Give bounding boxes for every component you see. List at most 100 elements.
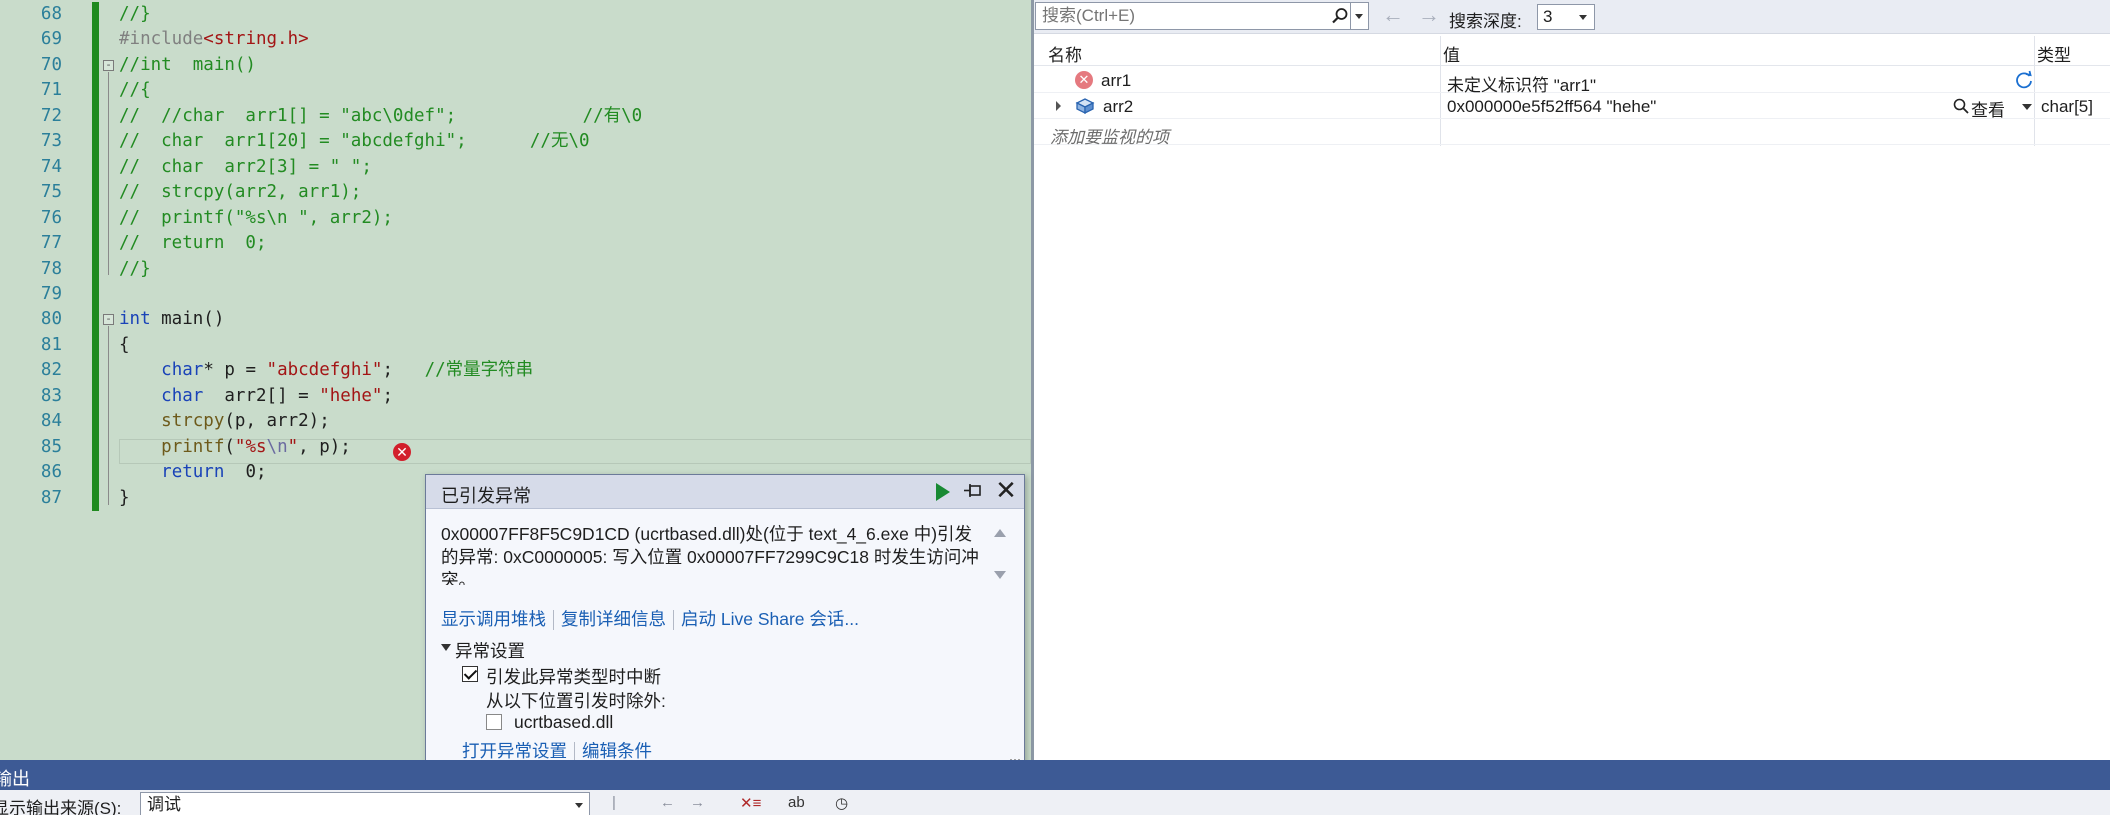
change-indicator	[92, 52, 99, 79]
clear-all-icon[interactable]: ✕≡	[740, 794, 761, 814]
code-text[interactable]: strcpy(p, arr2);	[119, 409, 330, 435]
code-line[interactable]: 69 #include<string.h>	[0, 27, 1031, 53]
code-line[interactable]: 79	[0, 281, 1031, 308]
code-text[interactable]: return 0;	[119, 460, 267, 486]
code-line[interactable]: 84 strcpy(p, arr2);	[0, 409, 1031, 435]
next-message-icon[interactable]: →	[690, 794, 705, 814]
code-line[interactable]: 68 //}	[0, 2, 1031, 28]
divider	[553, 610, 554, 631]
code-line[interactable]: 78 //}	[0, 256, 1031, 283]
change-indicator	[92, 256, 99, 282]
code-token: 0;	[224, 462, 267, 483]
code-text[interactable]: //}	[119, 2, 151, 28]
fold-guide	[108, 326, 109, 505]
search-previous-arrow-icon[interactable]: ←	[1380, 3, 1406, 29]
scroll-down-arrow-icon[interactable]	[994, 571, 1006, 579]
column-header-type[interactable]: 类型	[2037, 41, 2071, 66]
code-line[interactable]: 71 //{	[0, 78, 1031, 104]
watch-add-item-row[interactable]: 添加要监视的项	[1034, 119, 2110, 148]
code-text[interactable]: //{	[119, 78, 151, 104]
expand-arrow-icon[interactable]	[1056, 101, 1061, 111]
output-source-select[interactable]: 调试	[140, 792, 590, 815]
search-next-arrow-icon[interactable]: →	[1416, 3, 1442, 29]
ucrtbased-dll-checkbox[interactable]	[486, 714, 502, 730]
watch-name[interactable]: arr1	[1101, 71, 1131, 91]
code-line[interactable]: 73 // char arr1[20] = "abcdefghi"; //无\0	[0, 129, 1031, 155]
code-text[interactable]: // char arr1[20] = "abcdefghi"; //无\0	[119, 129, 590, 155]
code-token: * p =	[203, 360, 267, 381]
code-token: //{	[119, 80, 151, 101]
watch-name[interactable]: arr2	[1103, 97, 1133, 117]
code-text[interactable]: // strcpy(arr2, arr1);	[119, 180, 361, 206]
code-token: //}	[119, 4, 151, 24]
pin-icon[interactable]	[963, 481, 983, 501]
magnifier-icon	[1953, 98, 1969, 114]
find-message-icon[interactable]: |	[612, 794, 616, 814]
code-line[interactable]: 81 {	[0, 332, 1031, 359]
watch-row-arr1[interactable]: ✕ arr1 未定义标识符 "arr1"	[1034, 67, 2110, 95]
code-token: char	[161, 360, 204, 381]
code-token: \n	[266, 436, 288, 457]
code-text[interactable]: }	[119, 486, 130, 512]
view-button-label: 查看	[1971, 101, 2005, 120]
break-on-exception-checkbox[interactable]	[462, 666, 478, 682]
code-line[interactable]: 70 -//int main()	[0, 52, 1031, 79]
search-depth-select[interactable]: 3	[1537, 4, 1595, 30]
line-number: 84	[40, 411, 62, 432]
add-watch-placeholder[interactable]: 添加要监视的项	[1050, 123, 1169, 148]
code-text[interactable]: #include<string.h>	[119, 27, 309, 53]
watch-value[interactable]: 0x000000e5f52ff564 "hehe"	[1447, 97, 1656, 117]
code-line[interactable]: 80 - int main()	[0, 307, 1031, 333]
open-exception-settings-link[interactable]: 打开异常设置	[462, 741, 567, 761]
code-text[interactable]: // char arr2[3] = " ";	[119, 155, 372, 181]
code-line[interactable]: 72 // //char arr1[] = "abc\0def"; //有\0	[0, 103, 1031, 130]
code-token: return	[161, 462, 225, 483]
collapse-toggle-icon[interactable]: -	[103, 313, 114, 326]
exception-actions: 显示调用堆栈 复制详细信息 启动 Live Share 会话...	[441, 606, 859, 631]
start-live-share-link[interactable]: 启动 Live Share 会话...	[681, 609, 859, 629]
previous-message-icon[interactable]: ←	[660, 794, 675, 814]
watch-search-input[interactable]	[1042, 6, 1310, 26]
code-text[interactable]: // printf("%s\n ", arr2);	[119, 206, 393, 232]
code-text[interactable]: int main()	[119, 307, 224, 333]
close-icon[interactable]: ✕	[994, 477, 1018, 503]
continue-play-icon[interactable]	[936, 483, 950, 501]
code-text[interactable]: // return 0;	[119, 231, 267, 257]
code-line[interactable]: 76 // printf("%s\n ", arr2);	[0, 205, 1031, 232]
code-text[interactable]: char arr2[] = "hehe";	[119, 384, 393, 410]
refresh-icon[interactable]	[2014, 70, 2034, 90]
word-wrap-icon[interactable]: ab	[788, 794, 805, 814]
code-text[interactable]: //int main()	[119, 53, 256, 79]
watch-search-box[interactable]	[1035, 2, 1351, 30]
code-text[interactable]: // //char arr1[] = "abc\0def"; //有\0	[119, 104, 642, 130]
clock-icon[interactable]: ◷	[835, 794, 848, 814]
code-line[interactable]: 75 // strcpy(arr2, arr1);	[0, 180, 1031, 206]
code-line[interactable]: 83 char arr2[] = "hehe";	[0, 383, 1031, 410]
code-line[interactable]: 74 // char arr2[3] = " ";	[0, 154, 1031, 181]
collapse-arrow-icon[interactable]	[441, 644, 451, 651]
collapse-toggle-icon[interactable]: -	[103, 59, 114, 71]
code-line[interactable]: 77 // return 0;	[0, 231, 1031, 257]
change-indicator	[92, 281, 99, 308]
code-text[interactable]: char* p = "abcdefghi"; //常量字符串	[119, 358, 533, 384]
column-header-value[interactable]: 值	[1443, 41, 1460, 66]
output-source-label: 显示输出来源(S):	[0, 799, 122, 815]
code-line[interactable]: 82 char* p = "abcdefghi"; //常量字符串	[0, 358, 1031, 384]
code-text[interactable]: {	[119, 333, 130, 359]
code-line[interactable]: 85 printf("%s\n", p);	[0, 434, 1031, 461]
code-text[interactable]: printf("%s\n", p);	[119, 435, 351, 461]
scroll-up-arrow-icon[interactable]	[994, 529, 1006, 537]
break-on-exception-label[interactable]: 引发此异常类型时中断	[486, 664, 661, 689]
search-icon[interactable]	[1331, 7, 1349, 25]
code-text[interactable]: //}	[119, 257, 151, 283]
column-header-name[interactable]: 名称	[1048, 41, 1082, 66]
copy-details-link[interactable]: 复制详细信息	[561, 609, 666, 629]
show-call-stack-link[interactable]: 显示调用堆栈	[441, 609, 546, 629]
output-panel-titlebar[interactable]: 输出	[0, 760, 2110, 790]
ucrtbased-dll-label[interactable]: ucrtbased.dll	[514, 712, 613, 733]
edit-conditions-link[interactable]: 编辑条件	[582, 741, 652, 761]
code-token: #include	[119, 29, 204, 50]
search-options-dropdown[interactable]	[1351, 2, 1369, 30]
code-token: //int main()	[119, 54, 256, 75]
watch-row-arr2[interactable]: arr2 0x000000e5f52ff564 "hehe" 查看 char[5…	[1034, 93, 2110, 120]
